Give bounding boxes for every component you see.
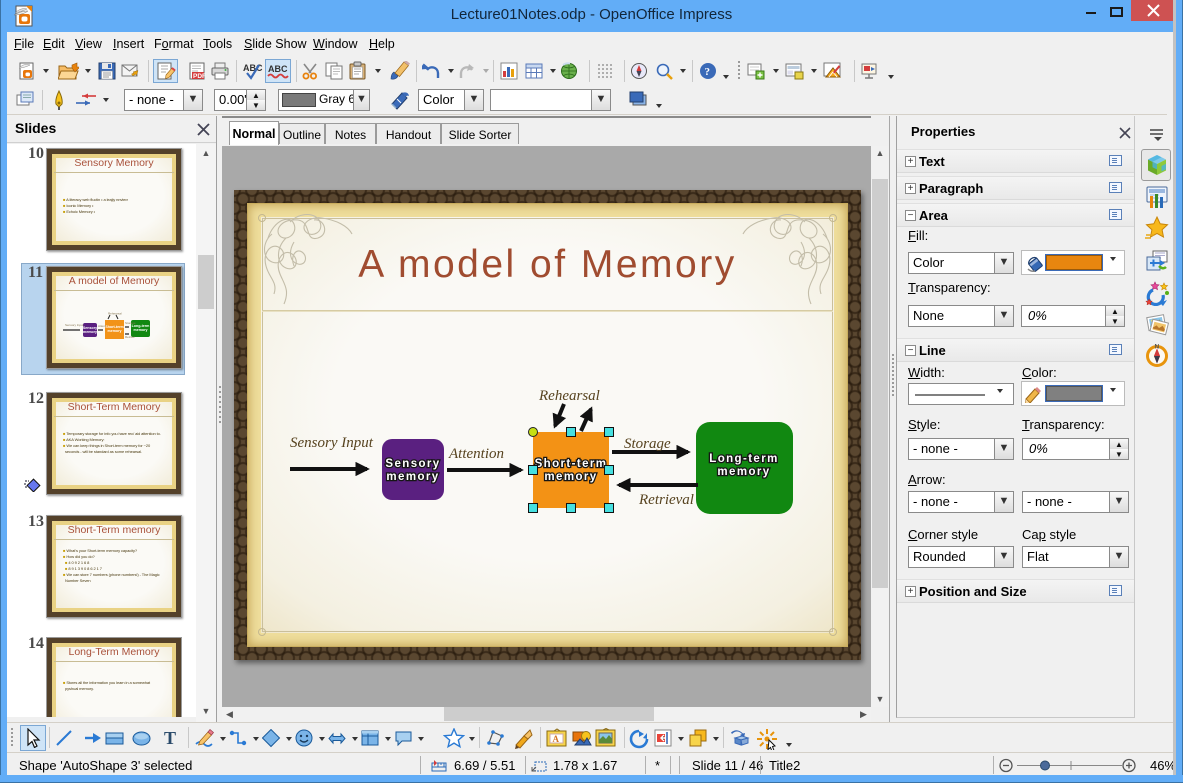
svg-text:Sensory Input: Sensory Input [290,435,374,451]
svg-text:Retrieval: Retrieval [638,492,694,508]
svg-text:memory: memory [717,466,770,478]
svg-text:memory: memory [134,328,148,332]
svg-text:memory: memory [108,329,122,333]
svg-text:T: T [164,728,176,748]
svg-text:memory: memory [386,471,439,483]
svg-text:A: A [553,734,560,744]
svg-text:Sensory Input: Sensory Input [65,323,84,327]
svg-text:Attention: Attention [448,446,504,462]
svg-text:memory: memory [83,330,97,334]
svg-text:Long-term: Long-term [709,453,778,465]
svg-text:PDF: PDF [193,73,206,80]
svg-text:Sensory: Sensory [385,458,440,470]
svg-text:?: ? [705,66,711,78]
svg-text:ABC: ABC [268,64,288,74]
svg-text:Short-term: Short-term [535,458,608,470]
svg-text:Storage: Storage [624,436,671,452]
svg-text:ABC: ABC [243,63,263,73]
svg-text:memory: memory [544,471,597,483]
svg-text:Rehearsal: Rehearsal [538,388,600,404]
svg-text:Retriev.: Retriev. [125,335,135,339]
svg-text:Rehearsal: Rehearsal [108,312,122,316]
